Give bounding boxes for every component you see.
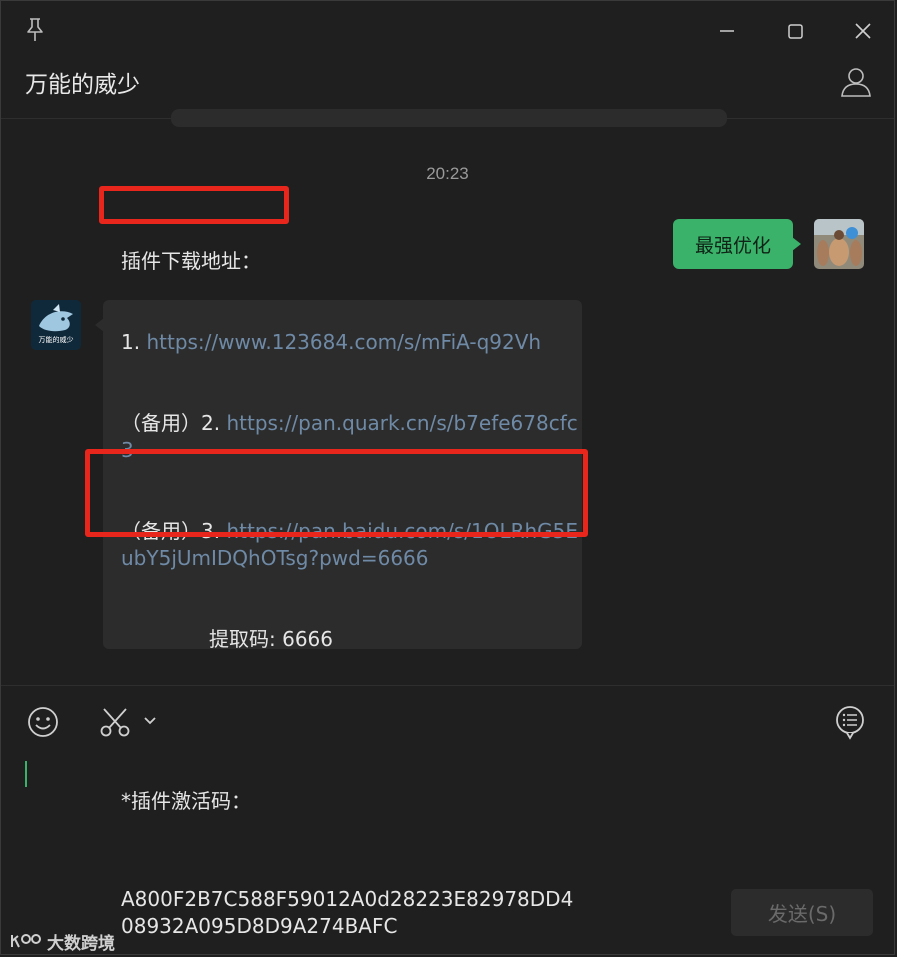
link-prefix-2: （备用）2.	[121, 411, 227, 435]
text-caret	[25, 761, 27, 787]
my-message-text: 最强优化	[694, 234, 771, 257]
avatar-image	[814, 219, 864, 269]
maximize-icon[interactable]	[781, 17, 809, 45]
shark-logo-image: 万能的威少	[31, 300, 81, 350]
close-icon[interactable]	[849, 17, 877, 45]
contact-info-icon[interactable]	[839, 65, 873, 99]
chat-history-icon[interactable]	[834, 704, 866, 740]
watermark: 大数跨境	[9, 927, 115, 954]
chat-window: 万能的威少 20:23 最强优化 万能的威少 插件下载地址： 1. https:…	[0, 0, 895, 955]
pin-icon[interactable]	[23, 17, 47, 43]
link-prefix-1: 1.	[121, 330, 147, 354]
emoji-icon[interactable]	[26, 705, 60, 739]
link-line-1: 1. https://www.123684.com/s/mFiA-q92Vh	[121, 329, 581, 356]
contact-avatar[interactable]: 万能的威少	[31, 300, 81, 350]
highlight-box-title	[99, 186, 289, 224]
download-link-123684[interactable]: https://www.123684.com/s/mFiA-q92Vh	[146, 330, 541, 354]
input-toolbar	[1, 685, 894, 757]
svg-text:万能的威少: 万能的威少	[39, 335, 74, 344]
chat-title: 万能的威少	[25, 72, 140, 98]
message-input[interactable]: 发送(S)	[1, 757, 894, 954]
send-button[interactable]: 发送(S)	[731, 889, 873, 936]
extract-code: 提取码: 6666	[209, 627, 333, 651]
scissors-icon[interactable]	[99, 705, 131, 739]
message-title: 插件下载地址：	[121, 249, 261, 273]
highlight-box-activation-code	[85, 449, 588, 537]
watermark-text: 大数跨境	[47, 933, 115, 954]
title-bar: 万能的威少	[1, 1, 894, 119]
my-message-bubble[interactable]: 最强优化	[673, 219, 801, 269]
chevron-down-icon[interactable]	[142, 714, 158, 728]
message-timestamp: 20:23	[426, 164, 469, 183]
minimize-icon[interactable]	[712, 17, 740, 45]
watermark-logo-icon	[11, 934, 41, 948]
previous-message-bubble	[171, 109, 727, 127]
my-avatar[interactable]	[814, 219, 864, 269]
